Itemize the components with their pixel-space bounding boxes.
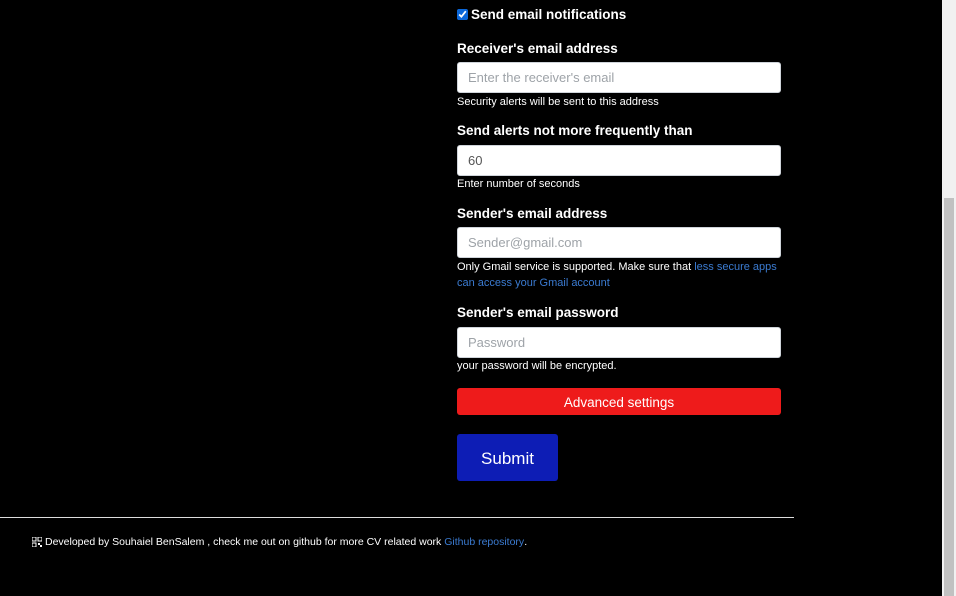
send-notifications-checkbox[interactable]: [457, 9, 468, 20]
page-scrollbar[interactable]: [942, 0, 956, 596]
scrollbar-thumb[interactable]: [944, 198, 954, 596]
footer-divider: [0, 517, 794, 518]
receiver-email-help: Security alerts will be sent to this add…: [457, 96, 659, 108]
send-notifications-label[interactable]: Send email notifications: [471, 7, 626, 22]
sender-password-help: your password will be encrypted.: [457, 360, 617, 372]
frequency-help: Enter number of seconds: [457, 178, 580, 190]
frequency-label: Send alerts not more frequently than: [457, 123, 693, 138]
frequency-input[interactable]: [457, 145, 781, 176]
footer-text: Developed by Souhaiel BenSalem , check m…: [45, 536, 445, 548]
footer: Developed by Souhaiel BenSalem , check m…: [32, 536, 527, 548]
qr-code-icon: [32, 537, 42, 547]
sender-email-help: Only Gmail service is supported. Make su…: [457, 259, 781, 291]
receiver-email-input[interactable]: [457, 62, 781, 93]
receiver-email-label: Receiver's email address: [457, 41, 618, 56]
sender-email-label: Sender's email address: [457, 206, 608, 221]
sender-help-text: Only Gmail service is supported. Make su…: [457, 261, 695, 273]
notifications-row: Send email notifications: [457, 7, 626, 22]
footer-suffix: .: [524, 536, 528, 548]
advanced-settings-button[interactable]: Advanced settings: [457, 388, 781, 415]
github-repository-link[interactable]: Github repository: [444, 536, 524, 548]
sender-password-input[interactable]: [457, 327, 781, 358]
submit-button[interactable]: Submit: [457, 434, 558, 481]
sender-email-input[interactable]: [457, 227, 781, 258]
sender-password-label: Sender's email password: [457, 305, 619, 320]
